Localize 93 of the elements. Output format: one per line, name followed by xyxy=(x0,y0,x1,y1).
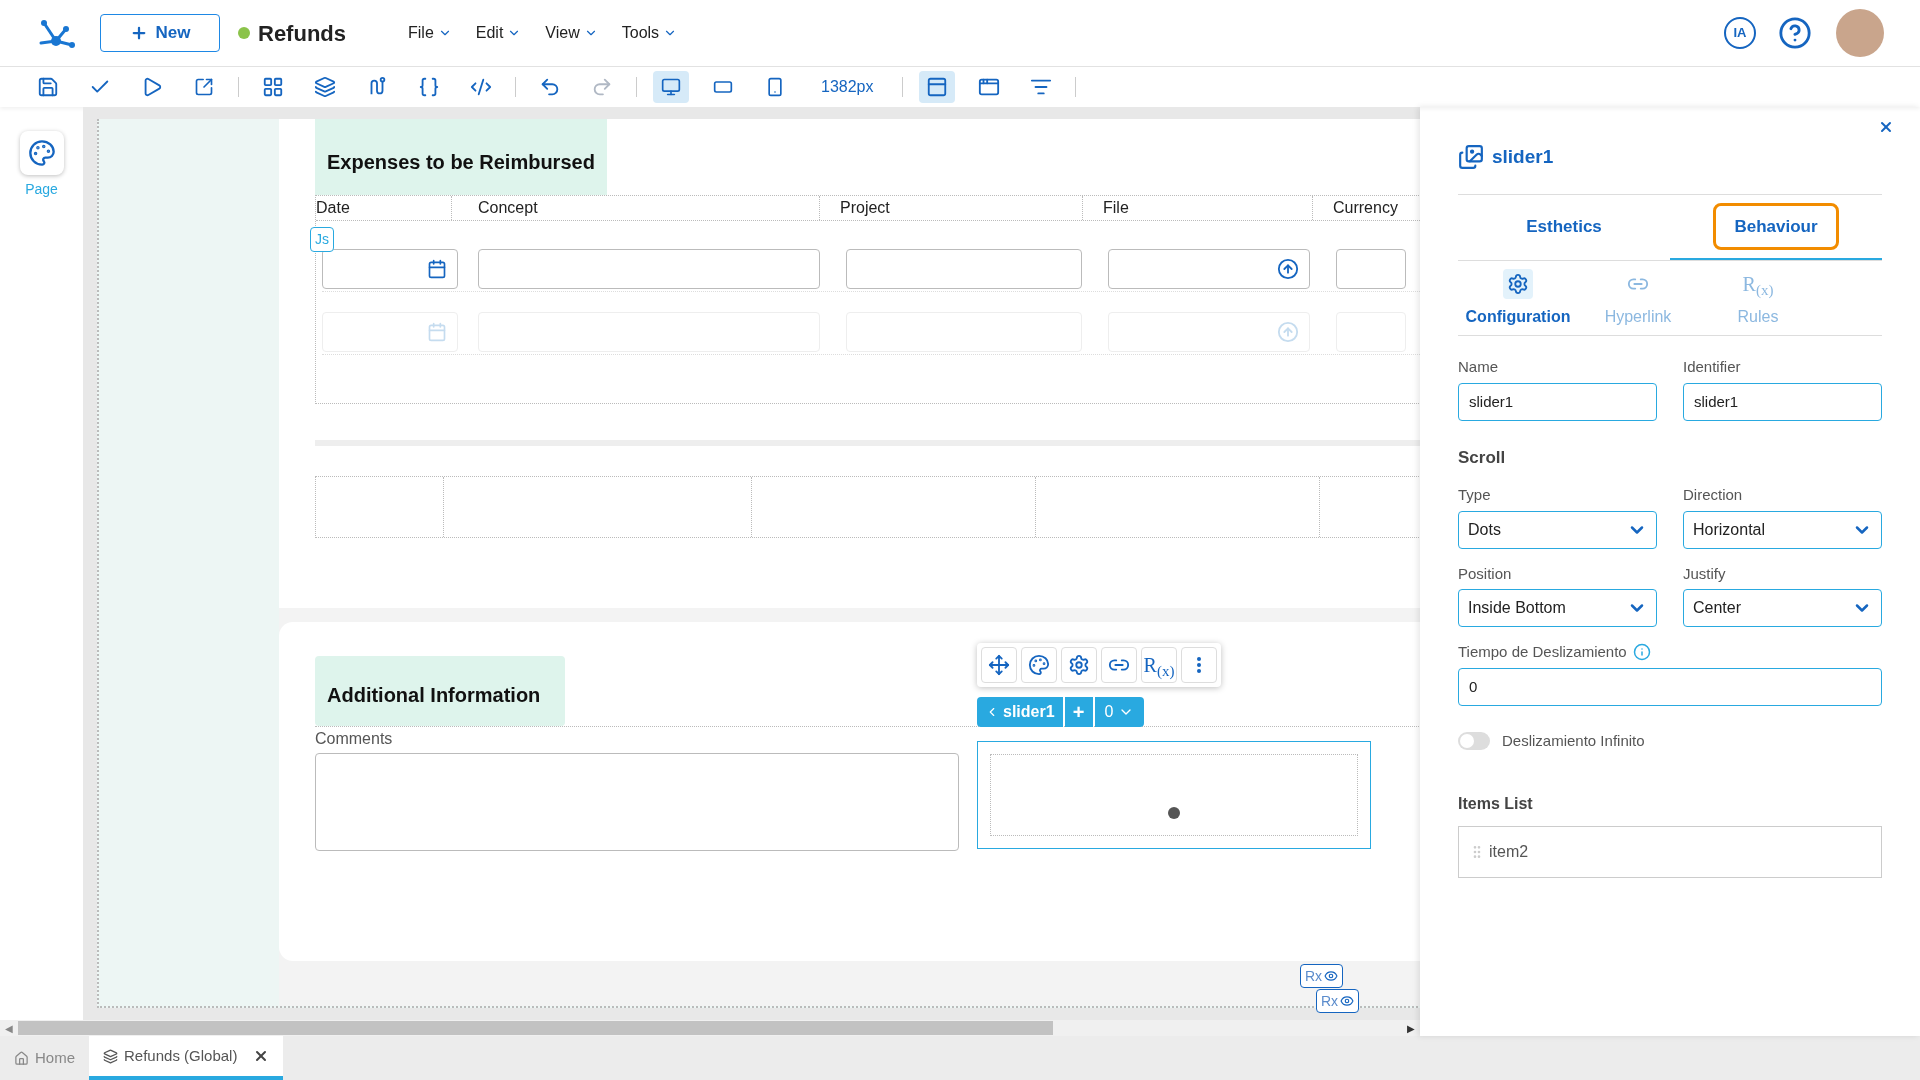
page-style-button[interactable] xyxy=(19,131,64,175)
text-field[interactable]: 0 xyxy=(1458,667,1882,706)
field-label: Tiempo de Deslizamiento xyxy=(1458,642,1627,662)
comments-label: Comments xyxy=(315,729,394,749)
section-title: Expenses to be Reimbursed xyxy=(315,119,607,195)
panel-tab[interactable]: Behaviour xyxy=(1713,202,1839,250)
list-item[interactable]: item2 xyxy=(1489,840,1529,864)
field-label: Justify xyxy=(1683,563,1727,584)
redo-icon xyxy=(591,76,613,98)
rules-visibility-badge[interactable]: Rx xyxy=(1300,964,1344,988)
field-label: Position xyxy=(1458,563,1513,584)
new-label: New xyxy=(155,22,191,45)
section-title: Additional Information xyxy=(315,656,565,726)
save-icon xyxy=(37,76,59,98)
text-field[interactable]: slider1 xyxy=(1683,382,1882,421)
column-header: Currency xyxy=(1333,196,1420,220)
date-field[interactable] xyxy=(322,249,458,289)
panel-tab[interactable]: Esthetics xyxy=(1505,202,1623,250)
images-icon xyxy=(1458,144,1484,171)
menu-button[interactable]: Tools xyxy=(621,21,678,45)
field-label: Type xyxy=(1458,485,1492,505)
document-tab[interactable]: Refunds (Global) xyxy=(89,1036,284,1080)
more-icon xyxy=(1197,657,1201,673)
column-header: Concept xyxy=(478,196,820,220)
rules-visibility-badge[interactable]: Rx xyxy=(1316,989,1360,1013)
settings-button[interactable] xyxy=(1061,647,1097,683)
code-icon xyxy=(470,76,492,98)
toggle-switch[interactable] xyxy=(1458,731,1490,750)
export-icon xyxy=(194,77,214,97)
field-label: Identifier xyxy=(1683,357,1742,377)
style-button[interactable] xyxy=(1021,647,1057,683)
layers-icon xyxy=(314,76,336,98)
scroll-left-icon[interactable]: ◀ xyxy=(0,1020,18,1036)
eye-icon xyxy=(1324,969,1339,983)
document-title: Refunds xyxy=(258,19,346,48)
palette-icon xyxy=(27,139,56,167)
help-icon[interactable] xyxy=(1778,16,1812,50)
phone-icon xyxy=(765,77,785,97)
text-field[interactable]: slider1 xyxy=(1458,382,1657,421)
home-icon xyxy=(14,1050,29,1066)
settings-icon xyxy=(1507,273,1529,295)
move-icon xyxy=(988,654,1010,676)
column-header: File xyxy=(1103,196,1313,220)
panel-title: slider1 xyxy=(1492,145,1554,169)
calendar-icon xyxy=(427,259,447,279)
concept-field[interactable] xyxy=(478,249,820,289)
view-button[interactable] xyxy=(918,71,955,103)
document-icon xyxy=(103,1048,118,1064)
braces-icon xyxy=(418,76,440,98)
scroll-right-icon[interactable]: ▶ xyxy=(1402,1020,1420,1036)
grid-icon xyxy=(262,76,284,98)
file-field[interactable] xyxy=(1108,249,1310,289)
width-reading: 1382px xyxy=(821,77,874,97)
scrollbar-thumb[interactable] xyxy=(18,1021,1053,1035)
layout-icon xyxy=(925,76,948,98)
project-field[interactable] xyxy=(846,249,1082,289)
settings-icon xyxy=(1068,654,1090,676)
items-heading: Items List xyxy=(1458,794,1534,814)
close-icon[interactable] xyxy=(1878,119,1894,135)
select-field[interactable]: Horizontal xyxy=(1683,510,1882,549)
page-label: Page xyxy=(25,180,58,199)
undo-icon xyxy=(539,76,561,98)
document-tab[interactable]: Home xyxy=(0,1036,89,1080)
select-field[interactable]: Dots xyxy=(1458,510,1657,549)
field-label: Direction xyxy=(1683,485,1744,505)
more-button[interactable] xyxy=(1181,647,1217,683)
eye-icon xyxy=(1340,994,1355,1008)
currency-field[interactable] xyxy=(1336,249,1406,289)
desktop-icon xyxy=(661,77,681,97)
new-button[interactable]: New xyxy=(100,14,220,52)
scroll-heading: Scroll xyxy=(1458,446,1507,469)
field-label: Name xyxy=(1458,357,1499,377)
select-field[interactable]: Inside Bottom xyxy=(1458,589,1657,627)
ai-button[interactable]: IA xyxy=(1724,17,1756,49)
device-button[interactable] xyxy=(653,71,689,103)
move-button[interactable] xyxy=(981,647,1017,683)
menu-button[interactable]: View xyxy=(545,21,598,45)
rules-button[interactable]: R$_{(x)}$ xyxy=(1141,647,1177,683)
upload-icon xyxy=(1277,321,1299,343)
sub-tab[interactable]: Configuration xyxy=(1458,269,1578,335)
menu-button[interactable]: Edit xyxy=(475,21,522,45)
column-header: Project xyxy=(840,196,1083,220)
upload-icon xyxy=(1277,258,1299,280)
calendar-icon xyxy=(427,322,447,342)
palette-icon xyxy=(1028,654,1050,676)
link-button[interactable] xyxy=(1101,647,1137,683)
toggle-label: Deslizamiento Infinito xyxy=(1502,730,1645,751)
frame-icon xyxy=(977,76,1000,98)
select-field[interactable]: Center xyxy=(1683,589,1882,627)
column-header: Date xyxy=(316,196,452,220)
info-icon[interactable] xyxy=(1632,643,1651,662)
menu-button[interactable]: File xyxy=(408,21,452,45)
slider-component[interactable] xyxy=(977,741,1371,849)
